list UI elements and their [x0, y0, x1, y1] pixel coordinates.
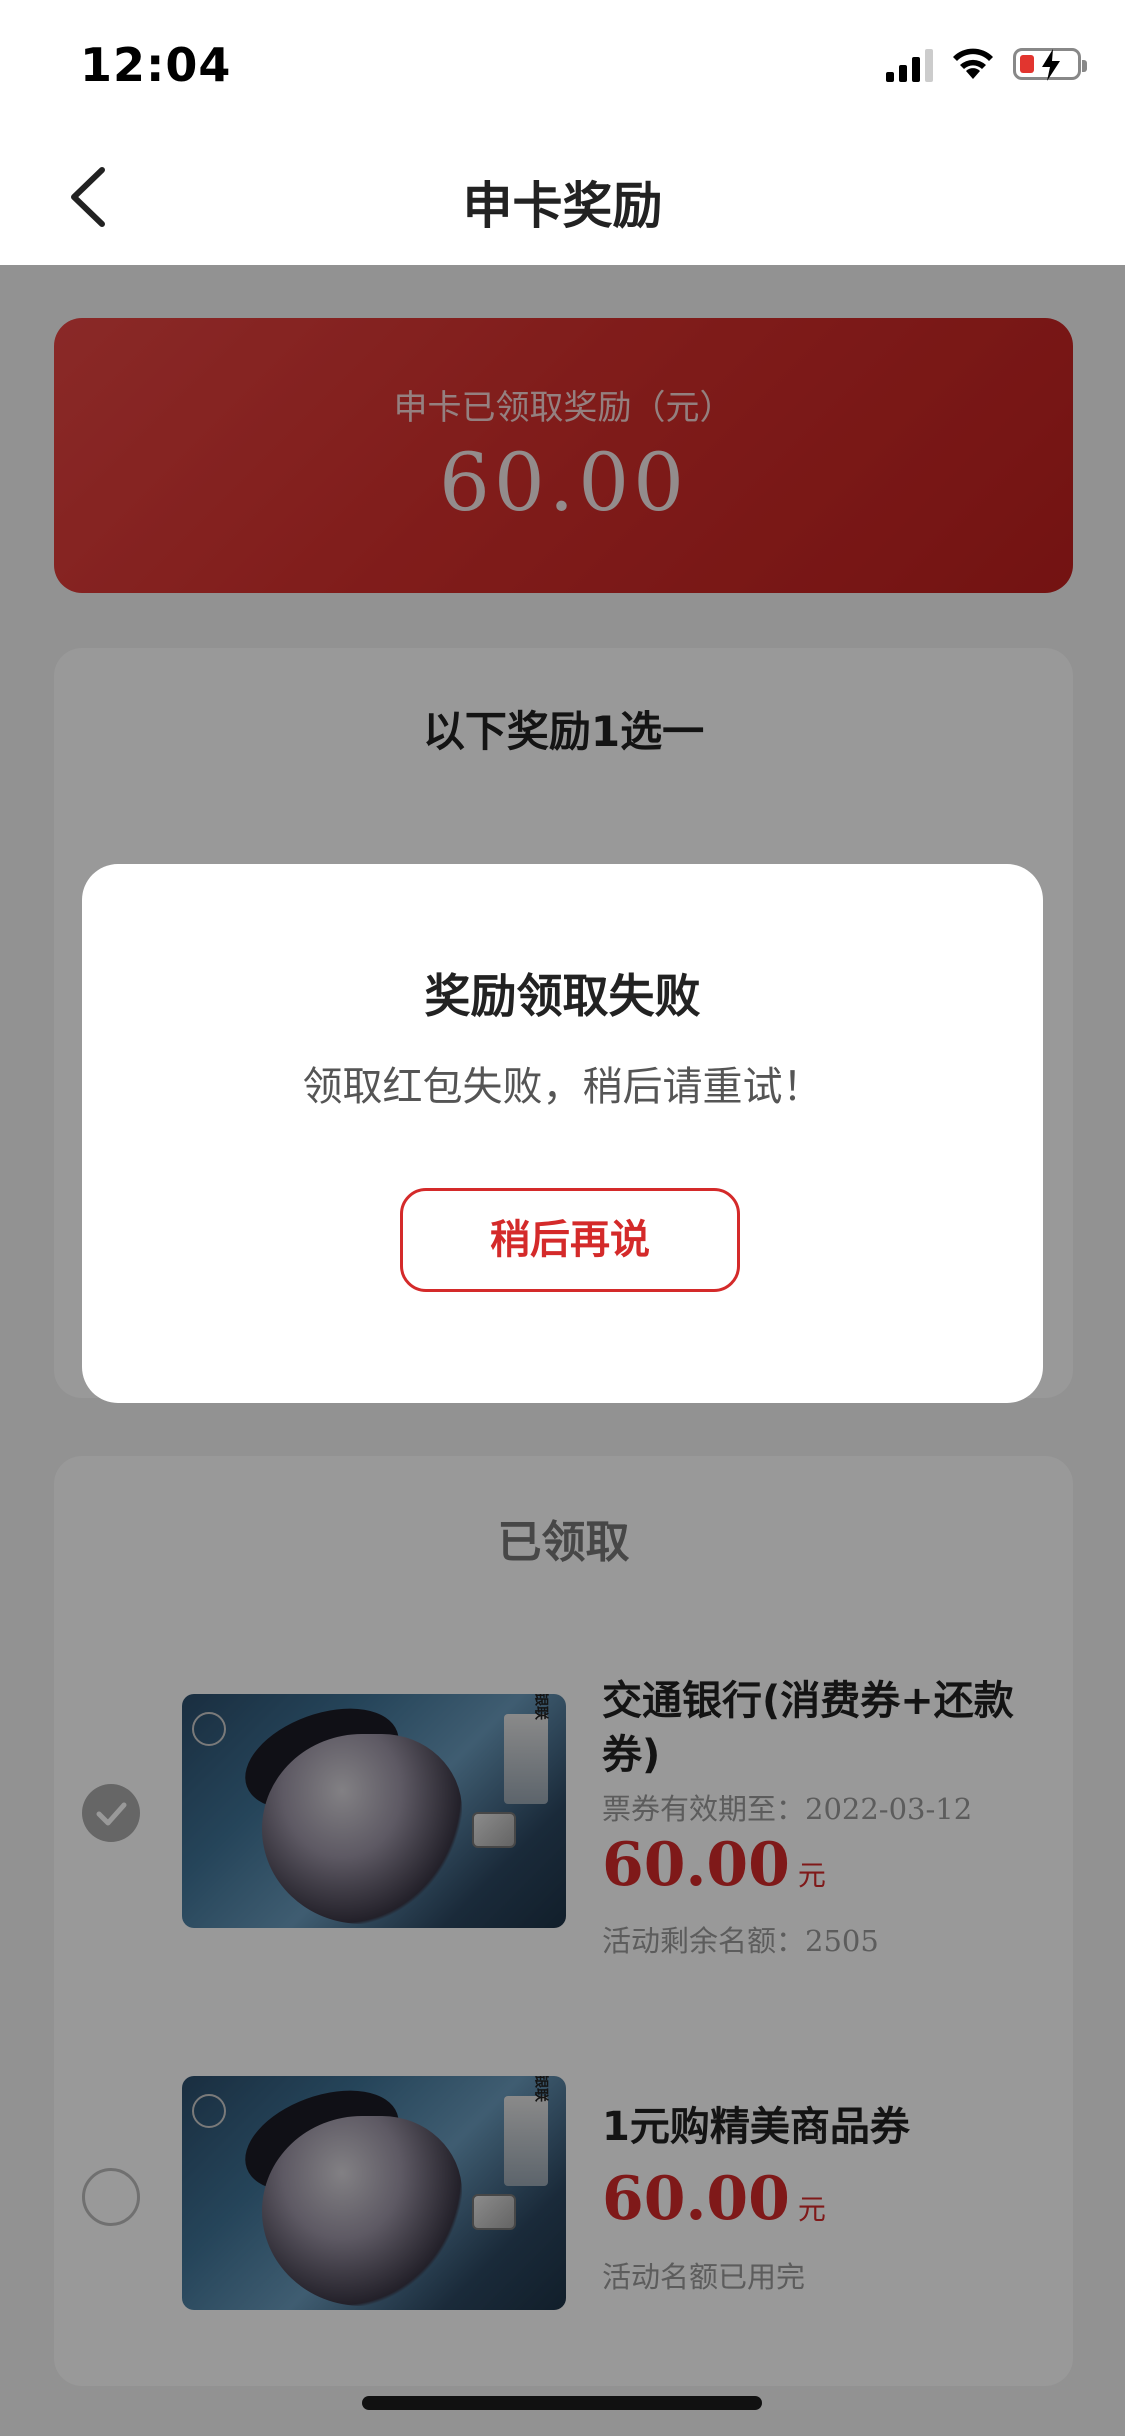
- battery-charging-icon: [1013, 48, 1087, 81]
- cellular-signal-icon: [886, 46, 933, 82]
- error-dialog: 奖励领取失败 领取红包失败，稍后请重试！ 稍后再说: [82, 864, 1043, 1403]
- status-icons: [886, 46, 1087, 82]
- status-bar: 12:04: [0, 0, 1125, 132]
- navigation-bar: 申卡奖励: [0, 132, 1125, 265]
- dialog-message: 领取红包失败，稍后请重试！: [302, 1064, 823, 1110]
- page-title: 申卡奖励: [462, 177, 663, 235]
- home-indicator: [362, 2396, 762, 2410]
- wifi-icon: [953, 48, 993, 79]
- dialog-title: 奖励领取失败: [424, 969, 701, 1023]
- later-button[interactable]: 稍后再说: [400, 1188, 740, 1292]
- status-time: 12:04: [80, 38, 232, 92]
